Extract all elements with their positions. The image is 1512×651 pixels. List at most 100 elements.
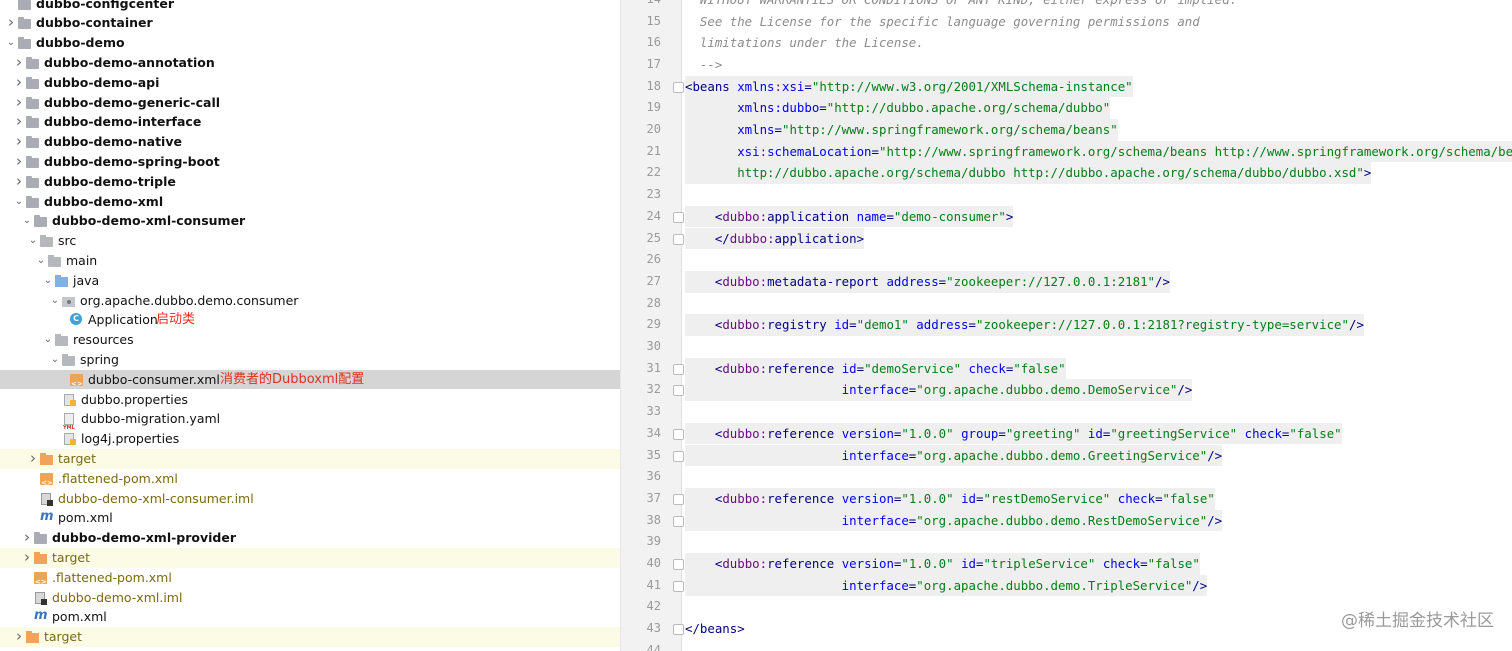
chevron-right-icon[interactable]: ›: [28, 449, 38, 469]
tree-item[interactable]: m pom.xml: [0, 508, 620, 528]
chevron-right-icon[interactable]: ›: [22, 528, 32, 548]
code-line: <dubbo:reference version="1.0.0" id="tri…: [685, 553, 1200, 575]
tree-item[interactable]: ⌄ java: [0, 271, 620, 291]
chevron-down-icon[interactable]: ⌄: [50, 291, 60, 311]
tree-item[interactable]: › dubbo-demo-api: [0, 73, 620, 93]
code-line: WITHOUT WARRANTIES OR CONDITIONS OF ANY …: [685, 0, 1237, 11]
fold-marker-icon[interactable]: [673, 385, 684, 397]
tree-item[interactable]: .flattened-pom.xml: [0, 469, 620, 493]
tree-item[interactable]: › dubbo-demo-xml-provider: [0, 528, 620, 548]
fold-marker-icon[interactable]: [673, 515, 684, 527]
tree-item[interactable]: dubbo-consumer.xml消费者的Dubboxml配置: [0, 369, 620, 394]
chevron-right-icon[interactable]: ›: [14, 172, 24, 192]
tree-item[interactable]: › dubbo-demo-interface: [0, 112, 620, 132]
tree-item[interactable]: .flattened-pom.xml: [0, 568, 620, 592]
chevron-right-icon[interactable]: ›: [14, 132, 24, 152]
tree-item-label: dubbo-demo-generic-call: [44, 94, 221, 110]
folder-icon: [62, 353, 75, 366]
tree-item-label: .flattened-pom.xml: [58, 470, 178, 486]
chevron-down-icon[interactable]: ⌄: [14, 192, 24, 212]
chevron-right-icon[interactable]: ›: [14, 73, 24, 93]
chevron-right-icon[interactable]: ›: [6, 13, 16, 33]
code-line: xmlns:dubbo="http://dubbo.apache.org/sch…: [685, 97, 1111, 119]
tree-item-label: dubbo-demo-annotation: [44, 54, 215, 70]
chevron-right-icon[interactable]: ›: [22, 548, 32, 568]
annotation-note: 启动类: [156, 312, 196, 328]
fold-marker-icon[interactable]: [673, 493, 684, 505]
code-editor[interactable]: 14 15 16 17 18 19 20 21 22 23 24 25 26 27 28 29 30 31 32 33…: [621, 0, 1512, 651]
line-number: 41: [646, 577, 661, 592]
chevron-down-icon[interactable]: ⌄: [22, 211, 32, 231]
tree-item[interactable]: ⌄ src: [0, 231, 620, 251]
code-token: =: [871, 143, 879, 159]
tree-item[interactable]: › dubbo-demo-generic-call: [0, 93, 620, 113]
chevron-down-icon[interactable]: ⌄: [43, 271, 53, 291]
folder-icon: [55, 334, 68, 347]
tree-item[interactable]: › dubbo-demo-annotation: [0, 53, 620, 73]
chevron-right-icon[interactable]: ›: [14, 152, 24, 172]
tree-item[interactable]: › dubbo-demo-triple: [0, 172, 620, 192]
code-token: <: [685, 208, 723, 224]
fold-marker-icon[interactable]: [673, 233, 684, 245]
chevron-right-icon[interactable]: ›: [14, 53, 24, 73]
chevron-down-icon[interactable]: ⌄: [28, 231, 38, 251]
code-line: See the License for the specific languag…: [685, 11, 1200, 33]
line-number: 43: [646, 621, 661, 636]
tree-item[interactable]: ⌄ dubbo-demo-xml: [0, 192, 620, 212]
tree-item[interactable]: log4j.properties: [0, 429, 620, 449]
chevron-down-icon[interactable]: ⌄: [50, 350, 60, 370]
tree-item-label: src: [58, 233, 77, 249]
tree-item[interactable]: › target: [0, 627, 620, 647]
tree-item[interactable]: dubbo-demo-xml-consumer.iml: [0, 489, 620, 509]
tree-item[interactable]: ⌄ dubbo-demo-xml-consumer: [0, 211, 620, 231]
tree-item[interactable]: › target: [0, 547, 620, 568]
project-tree: dubbo-configcenter › dubbo-container ⌄ dubbo…: [0, 0, 621, 651]
code-line: interface="org.apache.dubbo.demo.DemoSer…: [685, 379, 1193, 402]
code-token: =: [856, 360, 865, 376]
fold-marker-icon[interactable]: [673, 450, 684, 462]
code-token: dubbo:: [722, 208, 768, 224]
tree-item[interactable]: dubbo-configcenter: [0, 0, 620, 13]
tree-item[interactable]: dubbo-demo-xml.iml: [0, 588, 620, 608]
tree-item-label: dubbo-container: [36, 15, 153, 31]
fold-marker-icon[interactable]: [673, 81, 684, 93]
tree-item[interactable]: ⌄ spring: [0, 350, 620, 370]
fold-marker-icon[interactable]: [673, 211, 684, 223]
tree-item[interactable]: ⌄ org.apache.dubbo.demo.consumer: [0, 291, 620, 311]
chevron-down-icon[interactable]: ⌄: [43, 330, 53, 350]
code-line: </dubbo:application>: [685, 227, 865, 250]
code-line: interface="org.apache.dubbo.demo.TripleS…: [685, 574, 1208, 597]
tree-item[interactable]: › dubbo-demo-native: [0, 132, 620, 152]
code-token: =: [849, 317, 857, 333]
chevron-right-icon[interactable]: ›: [14, 112, 24, 132]
line-number: 24: [646, 208, 661, 223]
fold-marker-icon[interactable]: [673, 580, 684, 592]
excluded-folder-icon: [34, 551, 47, 564]
tree-item[interactable]: › dubbo-container: [0, 13, 620, 33]
tree-item[interactable]: C Application 启动类: [0, 310, 620, 330]
tree-item[interactable]: dubbo.properties: [0, 390, 620, 410]
fold-marker-icon[interactable]: [673, 363, 684, 375]
tree-item[interactable]: › target: [0, 448, 620, 469]
chevron-down-icon[interactable]: ⌄: [36, 251, 46, 271]
tree-item[interactable]: ⌄ main: [0, 251, 620, 271]
code-token: "restDemoService": [983, 490, 1111, 506]
tree-item[interactable]: ⌄ dubbo-demo: [0, 33, 620, 53]
tree-item-label: pom.xml: [52, 609, 107, 625]
tree-item[interactable]: m pom.xml: [0, 607, 620, 627]
module-folder-icon: [18, 0, 31, 10]
chevron-down-icon[interactable]: ⌄: [6, 33, 16, 53]
code-token: </beans>: [685, 621, 745, 637]
chevron-right-icon[interactable]: ›: [14, 627, 24, 647]
line-number: 17: [646, 56, 661, 71]
fold-marker-icon[interactable]: [673, 428, 684, 440]
tree-item-label: dubbo.properties: [81, 391, 188, 407]
fold-marker-icon[interactable]: [673, 559, 684, 570]
chevron-right-icon[interactable]: ›: [14, 93, 24, 113]
tree-item[interactable]: ⌄ resources: [0, 330, 620, 350]
fold-marker-icon[interactable]: [673, 624, 684, 636]
tree-item[interactable]: dubbo-migration.yaml: [0, 409, 620, 439]
tree-item[interactable]: › dubbo-demo-spring-boot: [0, 152, 620, 172]
